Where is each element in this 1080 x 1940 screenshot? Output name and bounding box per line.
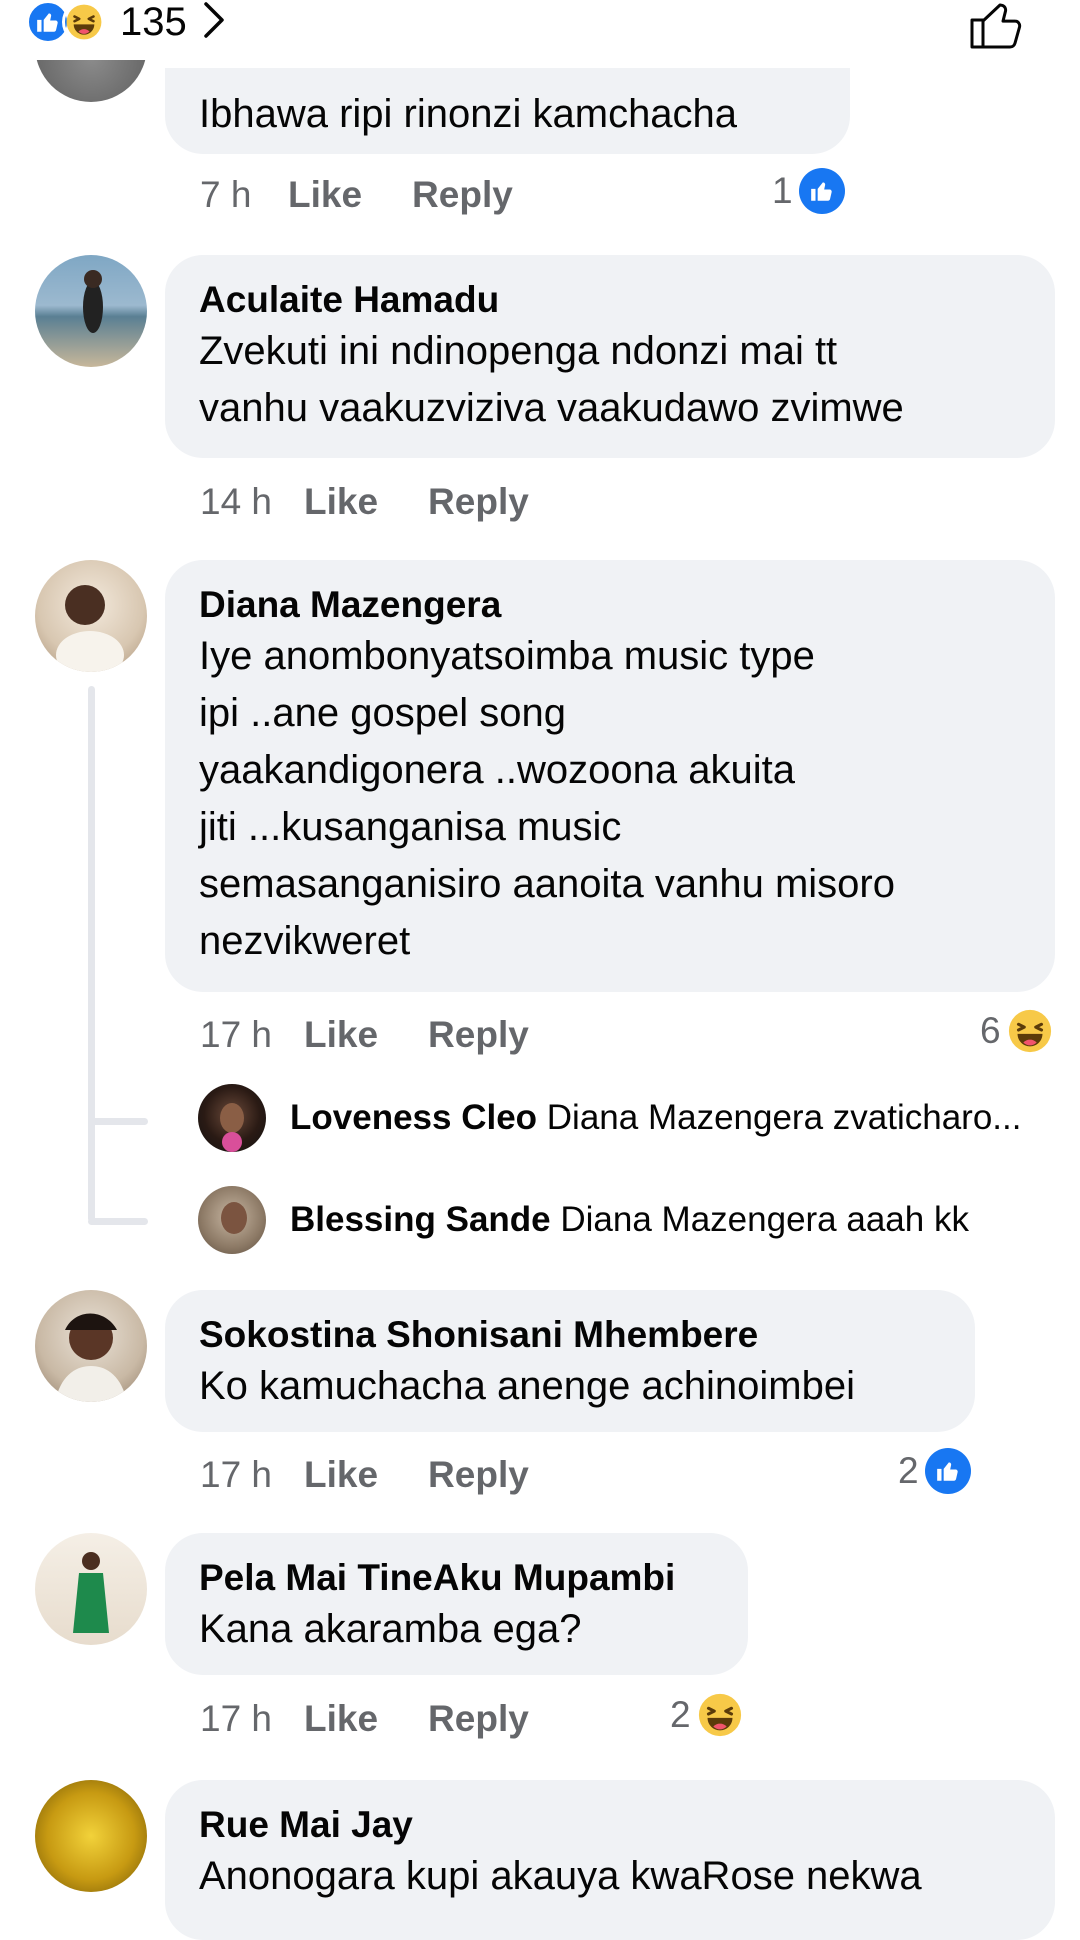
reply-item[interactable]: Blessing Sande Diana Mazengera aaah kk bbox=[290, 1200, 969, 1240]
comment-text: Zvekuti ini ndinopenga ndonzi mai tt van… bbox=[199, 329, 904, 430]
comment-text: Kana akaramba ega? bbox=[199, 1607, 582, 1651]
reply-author[interactable]: Loveness Cleo bbox=[290, 1098, 537, 1137]
haha-icon bbox=[1007, 1008, 1053, 1054]
reply-button[interactable]: Reply bbox=[428, 481, 529, 523]
reply-text: Diana Mazengera zvaticharo... bbox=[546, 1098, 1022, 1137]
reply-item[interactable]: Loveness Cleo Diana Mazengera zvaticharo… bbox=[290, 1098, 1021, 1138]
comment-time: 14 h bbox=[200, 481, 273, 522]
comment-bubble: Sokostina Shonisani Mhembere Ko kamuchac… bbox=[165, 1290, 975, 1432]
reaction-count: 6 bbox=[980, 1010, 1001, 1051]
comment-reactions[interactable]: 2 bbox=[898, 1448, 971, 1494]
chevron-right-icon bbox=[203, 1, 225, 44]
reply-button[interactable]: Reply bbox=[412, 174, 513, 216]
avatar[interactable] bbox=[35, 255, 147, 367]
reaction-count: 1 bbox=[772, 170, 793, 211]
comment-actions: 14 h Like Reply bbox=[200, 477, 529, 527]
avatar[interactable] bbox=[35, 60, 147, 120]
comment-time: 7 h bbox=[200, 174, 252, 215]
comment-author[interactable]: Diana Mazengera bbox=[199, 582, 1021, 628]
comment-actions: 7 h Like Reply bbox=[200, 170, 513, 220]
comment-bubble: Ibhawa ripi rinonzi kamchacha bbox=[165, 68, 850, 154]
thread-connector bbox=[88, 1218, 148, 1225]
comment-author[interactable]: Sokostina Shonisani Mhembere bbox=[199, 1312, 941, 1358]
like-button[interactable]: Like bbox=[304, 481, 378, 523]
comment-bubble: Rue Mai Jay Anonogara kupi akauya kwaRos… bbox=[165, 1780, 1055, 1940]
comment-time: 17 h bbox=[200, 1698, 273, 1739]
avatar[interactable] bbox=[198, 1186, 266, 1254]
comment-author[interactable]: Pela Mai TineAku Mupambi bbox=[199, 1555, 714, 1601]
reaction-count: 2 bbox=[670, 1694, 691, 1735]
like-icon bbox=[924, 1448, 971, 1494]
reply-button[interactable]: Reply bbox=[428, 1698, 529, 1740]
comment-time: 17 h bbox=[200, 1014, 273, 1055]
comment-actions: 17 h Like Reply bbox=[200, 1010, 529, 1060]
comment-bubble: Aculaite Hamadu Zvekuti ini ndinopenga n… bbox=[165, 255, 1055, 458]
avatar[interactable] bbox=[35, 1533, 147, 1645]
avatar[interactable] bbox=[35, 1780, 147, 1892]
comment-text: Anonogara kupi akauya kwaRose nekwa bbox=[199, 1854, 922, 1898]
haha-icon bbox=[697, 1692, 743, 1738]
comment-author[interactable]: Aculaite Hamadu bbox=[199, 277, 1021, 323]
reply-author[interactable]: Blessing Sande bbox=[290, 1200, 551, 1239]
reaction-summary[interactable]: 135 bbox=[26, 0, 225, 44]
avatar[interactable] bbox=[35, 560, 147, 672]
comment-actions: 17 h Like Reply bbox=[200, 1450, 529, 1500]
comment-text: Ibhawa ripi rinonzi kamchacha bbox=[199, 92, 738, 136]
comment-time: 17 h bbox=[200, 1454, 273, 1495]
comment-text: Ko kamuchacha anenge achinoimbei bbox=[199, 1364, 855, 1408]
thread-line bbox=[88, 686, 95, 1222]
avatar[interactable] bbox=[35, 1290, 147, 1402]
comment-author[interactable]: Rue Mai Jay bbox=[199, 1802, 1021, 1848]
comment-bubble: Diana Mazengera Iye anombonyatsoimba mus… bbox=[165, 560, 1055, 992]
comment-bubble: Pela Mai TineAku Mupambi Kana akaramba e… bbox=[165, 1533, 748, 1675]
reaction-count: 2 bbox=[898, 1450, 919, 1491]
reply-button[interactable]: Reply bbox=[428, 1454, 529, 1496]
like-button[interactable]: Like bbox=[304, 1014, 378, 1056]
like-button[interactable]: Like bbox=[304, 1454, 378, 1496]
avatar[interactable] bbox=[198, 1084, 266, 1152]
thread-connector bbox=[88, 1118, 148, 1125]
comment-actions: 17 h Like Reply bbox=[200, 1694, 529, 1744]
reply-text: Diana Mazengera aaah kk bbox=[560, 1200, 969, 1239]
like-button[interactable]: Like bbox=[304, 1698, 378, 1740]
reaction-count: 135 bbox=[120, 0, 187, 44]
comment-reactions[interactable]: 6 bbox=[980, 1008, 1053, 1054]
reply-button[interactable]: Reply bbox=[428, 1014, 529, 1056]
like-button[interactable]: Like bbox=[288, 174, 362, 216]
comment-text: Iye anombonyatsoimba music type ipi ..an… bbox=[199, 634, 895, 963]
comment-reactions[interactable]: 1 bbox=[772, 168, 845, 214]
like-outline-icon[interactable] bbox=[968, 0, 1028, 50]
haha-icon bbox=[62, 0, 106, 44]
comment-reactions[interactable]: 2 bbox=[670, 1692, 743, 1738]
like-icon bbox=[798, 168, 845, 214]
